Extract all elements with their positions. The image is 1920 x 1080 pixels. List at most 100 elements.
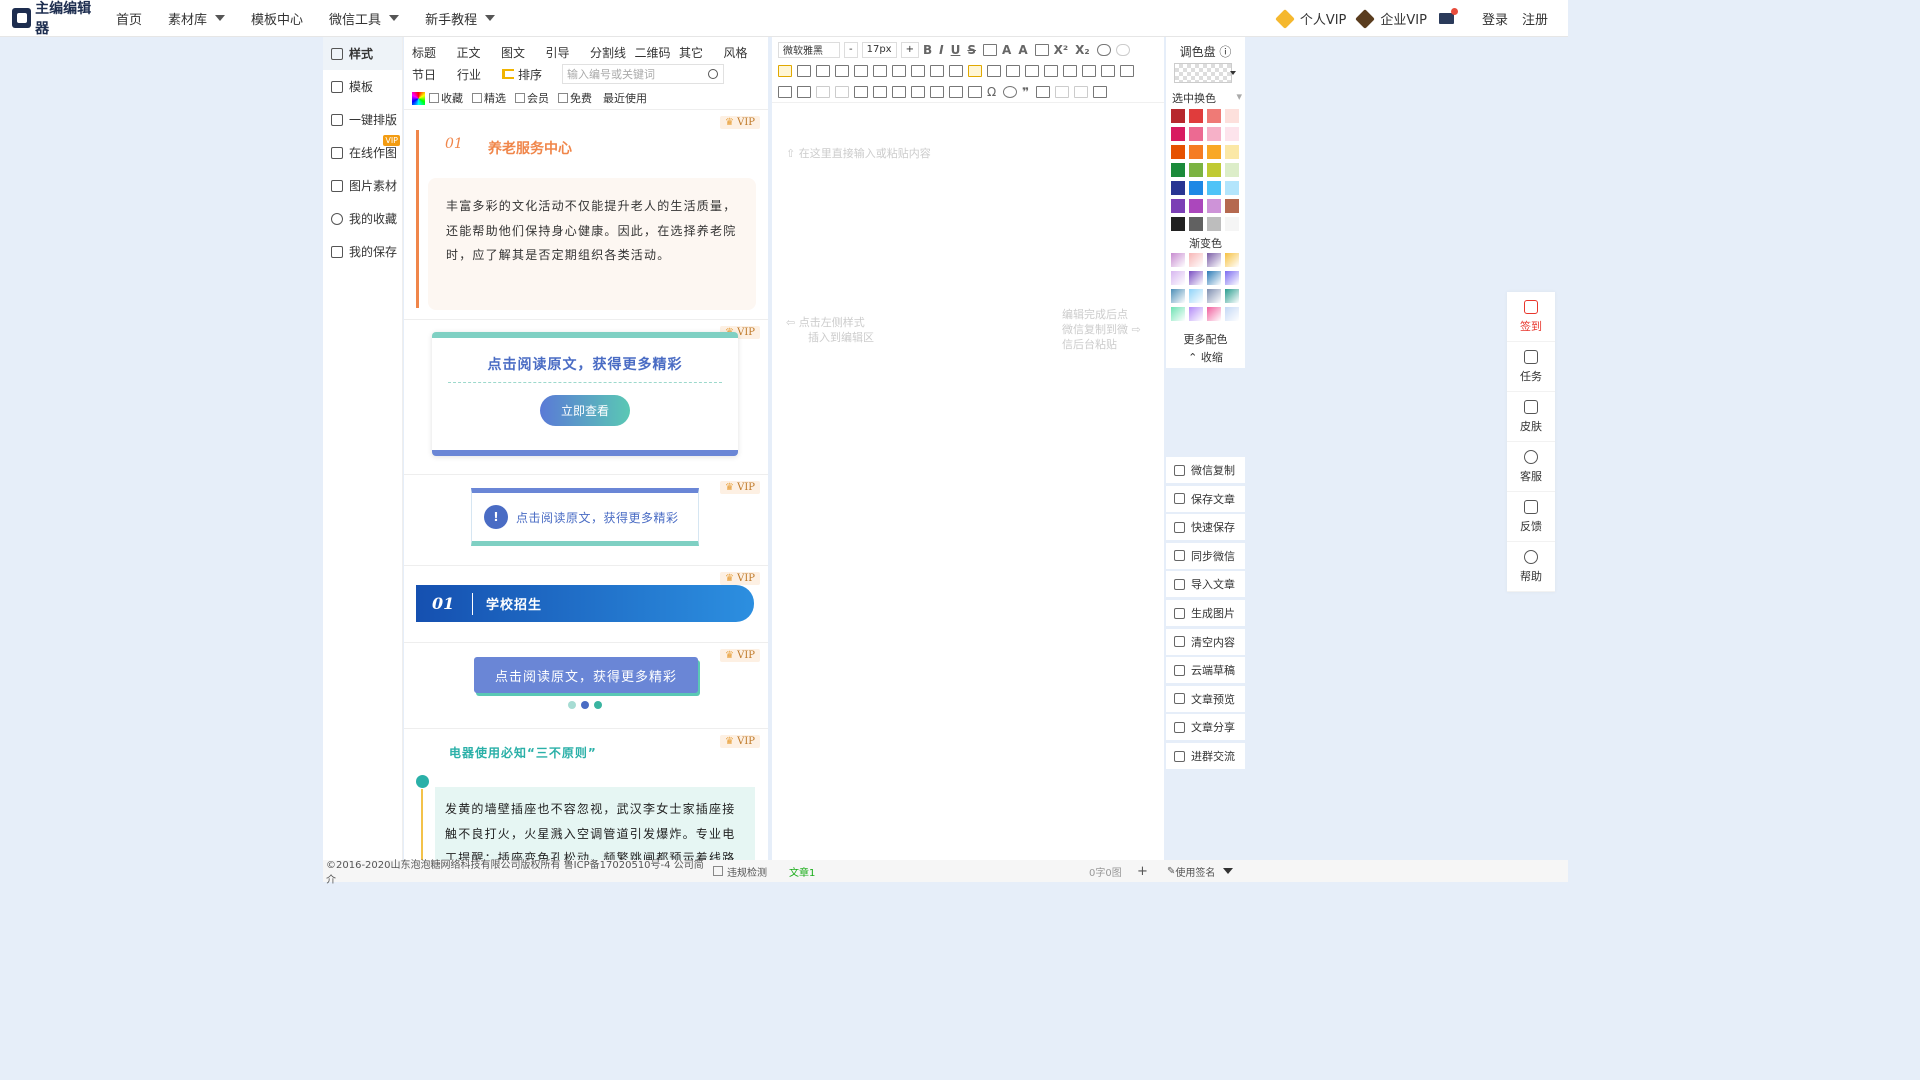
align-left-icon[interactable] bbox=[778, 64, 792, 77]
brush-icon[interactable] bbox=[911, 85, 925, 98]
color-swatch[interactable] bbox=[1225, 217, 1239, 231]
color-swatch[interactable] bbox=[1189, 163, 1203, 177]
gradient-swatch[interactable] bbox=[1225, 307, 1239, 321]
color-swatch[interactable] bbox=[1207, 199, 1221, 213]
checkbox[interactable] bbox=[429, 93, 439, 103]
read-more-button[interactable]: 点击阅读原文，获得更多精彩 bbox=[474, 657, 698, 693]
style-card[interactable]: VIP ! 点击阅读原文，获得更多精彩 bbox=[404, 474, 768, 565]
tab-image-text[interactable]: 图文 bbox=[501, 44, 546, 61]
signature-select[interactable]: ✎ 使用签名 bbox=[1167, 864, 1234, 879]
sidebar-item-images[interactable]: 图片素材 bbox=[323, 169, 402, 202]
search-icon[interactable] bbox=[708, 69, 718, 79]
music-icon[interactable] bbox=[1101, 64, 1115, 77]
gradient-swatch[interactable] bbox=[1189, 253, 1203, 267]
collapse-button[interactable]: ⌃ 收缩 bbox=[1166, 349, 1245, 365]
color-swatch[interactable] bbox=[1171, 163, 1185, 177]
align-justify-icon[interactable] bbox=[835, 64, 849, 77]
bg-color-icon[interactable]: A bbox=[1018, 43, 1027, 57]
smiley-icon[interactable] bbox=[1003, 85, 1018, 98]
preview-button[interactable]: 文章预览 bbox=[1166, 685, 1245, 712]
generate-image-button[interactable]: 生成图片 bbox=[1166, 600, 1245, 626]
support-button[interactable]: 客服 bbox=[1507, 442, 1555, 492]
align-center-icon[interactable] bbox=[797, 64, 811, 77]
skin-button[interactable]: 皮肤 bbox=[1507, 392, 1555, 442]
tasks-button[interactable]: 任务 bbox=[1507, 342, 1555, 392]
video-icon[interactable] bbox=[1082, 64, 1096, 77]
color-filter-icon[interactable] bbox=[412, 91, 425, 105]
color-swatch[interactable] bbox=[1225, 145, 1239, 159]
add-article-button[interactable]: + bbox=[1137, 864, 1159, 879]
editor-placeholder[interactable]: ⇧ 在这里直接输入或粘贴内容 bbox=[786, 145, 931, 161]
gradient-swatch[interactable] bbox=[1189, 271, 1203, 285]
fullscreen-icon[interactable] bbox=[1093, 85, 1108, 98]
strikethrough-icon[interactable]: S bbox=[967, 43, 976, 57]
color-swatch[interactable] bbox=[1225, 181, 1239, 195]
font-color-icon[interactable]: A bbox=[1002, 43, 1011, 57]
border-icon[interactable] bbox=[983, 43, 998, 56]
gradient-swatch[interactable] bbox=[1189, 289, 1203, 303]
filter-featured[interactable]: 精选 bbox=[468, 90, 506, 106]
color-swatch[interactable] bbox=[1171, 109, 1185, 123]
move-down-icon[interactable] bbox=[1074, 85, 1089, 98]
table-icon[interactable] bbox=[1025, 64, 1039, 77]
nav-tutorial[interactable]: 新手教程 bbox=[425, 9, 496, 28]
sidebar-item-styles[interactable]: 样式 bbox=[323, 37, 402, 70]
checkbox[interactable] bbox=[472, 93, 482, 103]
more-colors-link[interactable]: 更多配色 bbox=[1166, 331, 1245, 347]
quote-icon[interactable]: ❞ bbox=[1022, 85, 1029, 99]
gradient-swatch[interactable] bbox=[1171, 289, 1185, 303]
gradient-swatch[interactable] bbox=[1225, 289, 1239, 303]
sort-button[interactable]: 排序 bbox=[502, 66, 554, 83]
checkbox[interactable] bbox=[515, 93, 525, 103]
format-icon[interactable] bbox=[1034, 43, 1049, 56]
indent-icon[interactable] bbox=[854, 64, 868, 77]
color-swatch[interactable] bbox=[1171, 127, 1185, 141]
text-indent-icon[interactable] bbox=[968, 64, 982, 77]
style-card[interactable]: VIP 点击阅读原文，获得更多精彩 立即查看 bbox=[404, 319, 768, 474]
color-swatch[interactable] bbox=[1171, 181, 1185, 195]
gradient-swatch[interactable] bbox=[1207, 271, 1221, 285]
nav-materials[interactable]: 素材库 bbox=[168, 9, 226, 28]
sidebar-item-auto-layout[interactable]: 一键排版 bbox=[323, 103, 402, 136]
color-swatch[interactable] bbox=[1189, 217, 1203, 231]
color-swatch[interactable] bbox=[1225, 127, 1239, 141]
style-card[interactable]: VIP 01 养老服务中心 丰富多彩的文化活动不仅能提升老人的生活质量，还能帮助… bbox=[404, 109, 768, 319]
align-right-icon[interactable] bbox=[816, 64, 830, 77]
tab-qrcode[interactable]: 二维码 bbox=[635, 44, 680, 61]
gradient-swatch[interactable] bbox=[1225, 253, 1239, 267]
view-now-button[interactable]: 立即查看 bbox=[540, 395, 630, 426]
eraser-icon[interactable] bbox=[892, 85, 906, 98]
checkbox[interactable] bbox=[558, 93, 568, 103]
color-swatch[interactable] bbox=[1171, 217, 1185, 231]
gradient-swatch[interactable] bbox=[1207, 253, 1221, 267]
font-size-decrease[interactable]: - bbox=[844, 41, 858, 58]
link-icon[interactable] bbox=[1096, 43, 1111, 56]
logo[interactable]: 主编编辑器 bbox=[12, 0, 102, 38]
gradient-swatch[interactable] bbox=[1171, 253, 1185, 267]
omega-icon[interactable]: Ω bbox=[987, 85, 996, 99]
gradient-swatch[interactable] bbox=[1207, 289, 1221, 303]
paragraph-spacing-icon[interactable] bbox=[892, 64, 906, 77]
unlink-icon[interactable] bbox=[1115, 43, 1130, 56]
line-height-icon[interactable] bbox=[873, 64, 887, 77]
color-swatch[interactable] bbox=[1225, 199, 1239, 213]
sync-wechat-button[interactable]: 同步微信 bbox=[1166, 542, 1245, 569]
current-color-swatch[interactable] bbox=[1174, 63, 1232, 83]
color-swatch[interactable] bbox=[1189, 199, 1203, 213]
italic-icon[interactable]: I bbox=[939, 43, 943, 57]
select-swap-toggle[interactable]: 选中换色 ▾ bbox=[1172, 90, 1242, 106]
image-icon[interactable] bbox=[1044, 64, 1058, 77]
color-swatch[interactable] bbox=[1207, 109, 1221, 123]
chevron-down-icon[interactable] bbox=[1230, 71, 1236, 75]
sidebar-item-saved[interactable]: 我的保存 bbox=[323, 235, 402, 268]
color-swatch[interactable] bbox=[1207, 217, 1221, 231]
redo-icon[interactable] bbox=[835, 85, 849, 98]
color-swatch[interactable] bbox=[1171, 199, 1185, 213]
tab-body[interactable]: 正文 bbox=[457, 44, 502, 61]
sidebar-item-templates[interactable]: 模板 bbox=[323, 70, 402, 103]
sidebar-item-favorites[interactable]: 我的收藏 bbox=[323, 202, 402, 235]
filter-free[interactable]: 免费 bbox=[554, 90, 592, 106]
tab-festival[interactable]: 节日 bbox=[412, 66, 457, 83]
tab-other[interactable]: 其它 bbox=[679, 44, 724, 61]
wechat-copy-button[interactable]: 微信复制 bbox=[1166, 457, 1245, 483]
